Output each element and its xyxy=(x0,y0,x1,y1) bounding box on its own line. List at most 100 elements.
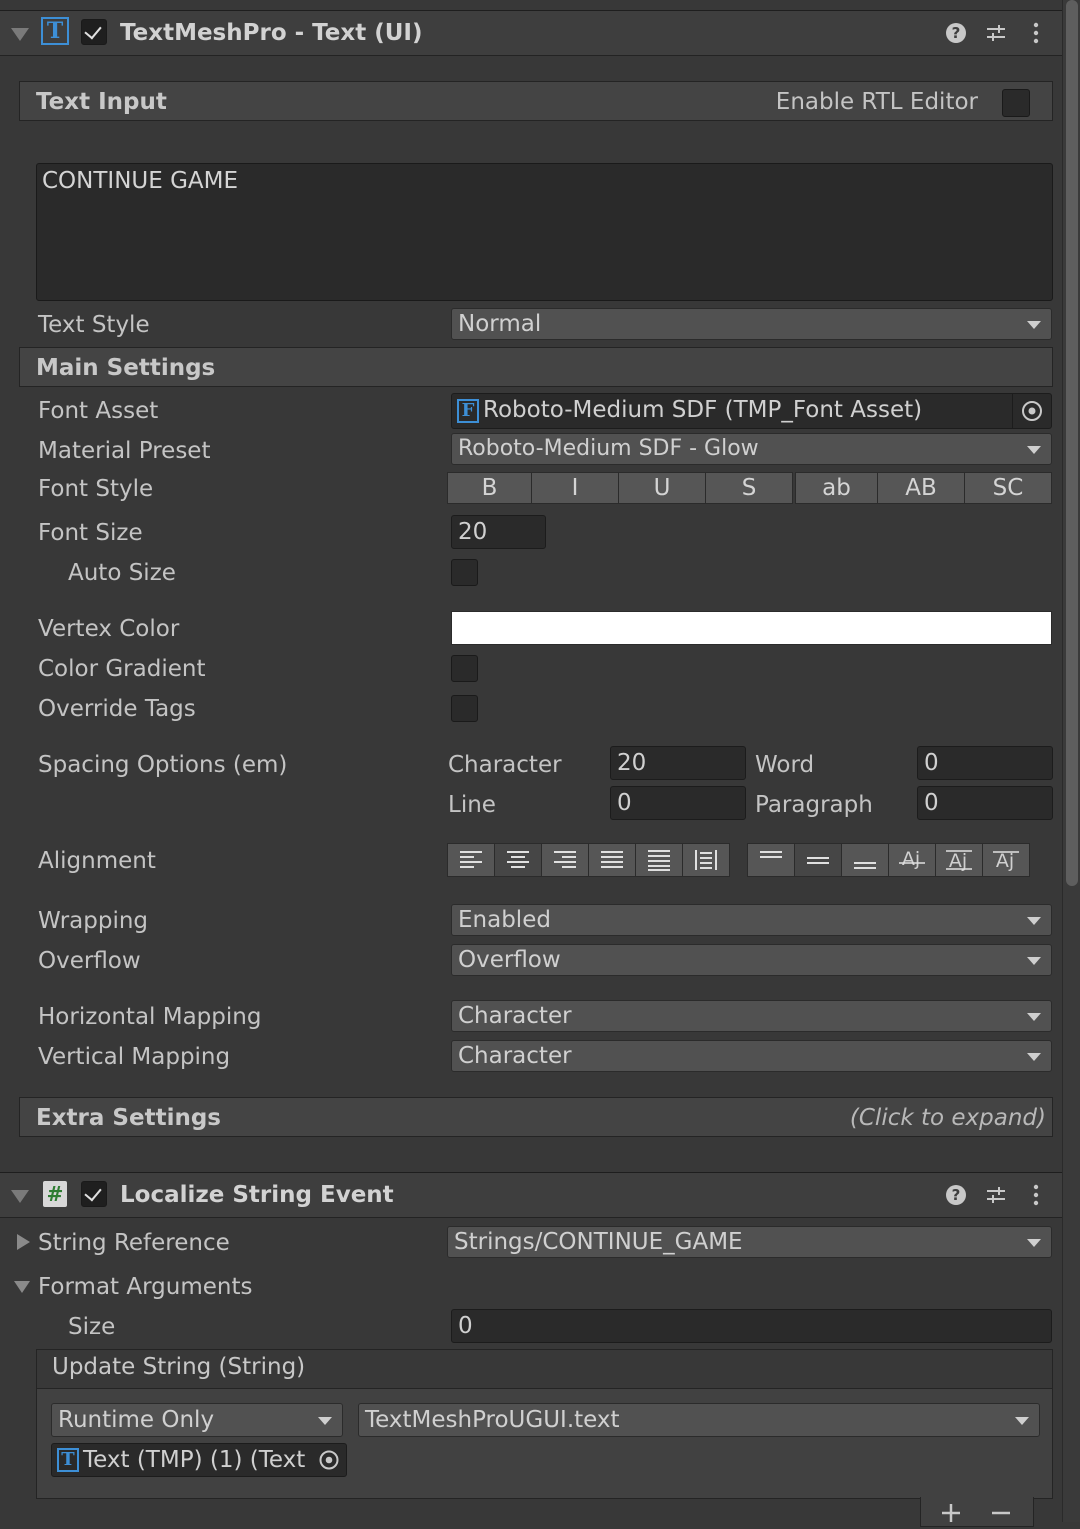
word-spacing-value: 0 xyxy=(924,750,939,776)
align-bottom-icon[interactable] xyxy=(841,843,889,877)
align-geometry-center-icon[interactable] xyxy=(682,843,730,877)
extra-settings-hint: (Click to expand) xyxy=(849,1105,1046,1131)
font-size-field[interactable]: 20 xyxy=(451,515,546,549)
format-arguments-size-label: Size xyxy=(68,1314,116,1340)
chevron-down-icon xyxy=(1015,1417,1029,1425)
preset-sliders-icon[interactable] xyxy=(984,1183,1008,1207)
color-gradient-checkbox[interactable] xyxy=(451,655,478,682)
preset-sliders-icon[interactable] xyxy=(984,21,1008,45)
character-spacing-value: 20 xyxy=(617,750,647,776)
horizontal-alignment-group xyxy=(447,843,730,877)
align-capline-icon[interactable]: Aj xyxy=(982,843,1030,877)
vertical-mapping-value: Character xyxy=(458,1043,572,1069)
string-reference-dropdown[interactable]: Strings/CONTINUE_GAME xyxy=(447,1226,1052,1258)
svg-text:?: ? xyxy=(952,24,961,42)
rtl-editor-checkbox[interactable] xyxy=(1002,89,1030,117)
help-icon[interactable]: ? xyxy=(944,21,968,45)
font-asset-field[interactable]: F Roboto-Medium SDF (TMP_Font Asset) xyxy=(451,393,1052,429)
overflow-dropdown[interactable]: Overflow xyxy=(451,944,1052,976)
context-menu-icon[interactable] xyxy=(1024,1183,1048,1207)
smallcaps-button[interactable]: SC xyxy=(964,472,1052,504)
auto-size-checkbox[interactable] xyxy=(451,559,478,586)
font-size-label: Font Size xyxy=(38,520,143,546)
tmp-component-header[interactable]: T TextMeshPro - Text (UI) ? xyxy=(0,10,1062,56)
text-input-section: Text Input Enable RTL Editor xyxy=(19,81,1053,121)
remove-icon[interactable] xyxy=(989,1501,1013,1525)
object-picker-icon[interactable] xyxy=(1012,394,1051,428)
chevron-down-icon xyxy=(1027,1239,1041,1247)
chevron-down-icon xyxy=(1027,1013,1041,1021)
align-justified-icon[interactable] xyxy=(588,843,636,877)
word-spacing-field[interactable]: 0 xyxy=(917,746,1053,780)
paragraph-spacing-label: Paragraph xyxy=(755,792,873,818)
wrapping-dropdown[interactable]: Enabled xyxy=(451,904,1052,936)
material-preset-dropdown[interactable]: Roboto-Medium SDF - Glow xyxy=(451,433,1052,465)
context-menu-icon[interactable] xyxy=(1024,21,1048,45)
svg-text:Aj: Aj xyxy=(996,850,1014,872)
foldout-expanded-icon[interactable] xyxy=(11,1190,29,1203)
chevron-down-icon xyxy=(318,1417,332,1425)
paragraph-spacing-field[interactable]: 0 xyxy=(917,786,1053,820)
object-picker-icon[interactable] xyxy=(312,1444,346,1476)
horizontal-mapping-dropdown[interactable]: Character xyxy=(451,1000,1052,1032)
uppercase-button[interactable]: AB xyxy=(877,472,965,504)
string-reference-label[interactable]: String Reference xyxy=(38,1229,230,1257)
align-left-icon[interactable] xyxy=(447,843,495,877)
help-icon[interactable]: ? xyxy=(944,1183,968,1207)
alignment-label: Alignment xyxy=(38,848,156,874)
main-settings-section: Main Settings xyxy=(19,347,1053,387)
horizontal-mapping-label: Horizontal Mapping xyxy=(38,1004,262,1030)
text-style-dropdown[interactable]: Normal xyxy=(451,308,1052,340)
character-spacing-field[interactable]: 20 xyxy=(610,746,746,780)
extra-settings-section[interactable]: Extra Settings (Click to expand) xyxy=(19,1097,1053,1137)
foldout-expanded-icon[interactable] xyxy=(14,1281,30,1293)
font-asset-value: Roboto-Medium SDF (TMP_Font Asset) xyxy=(483,397,923,423)
auto-size-label: Auto Size xyxy=(68,560,176,586)
align-center-icon[interactable] xyxy=(494,843,542,877)
foldout-collapsed-icon[interactable] xyxy=(17,1234,30,1250)
runtime-mode-dropdown[interactable]: Runtime Only xyxy=(51,1403,343,1437)
align-flush-icon[interactable] xyxy=(635,843,683,877)
vertical-alignment-group: Aj Aj Aj xyxy=(747,843,1030,877)
add-icon[interactable] xyxy=(939,1501,963,1525)
localize-enabled-checkbox[interactable] xyxy=(81,1181,107,1207)
bold-button[interactable]: B xyxy=(447,472,532,504)
override-tags-checkbox[interactable] xyxy=(451,695,478,722)
rtl-editor-label: Enable RTL Editor xyxy=(775,89,978,115)
align-midline-icon[interactable]: Aj xyxy=(935,843,983,877)
vertical-mapping-dropdown[interactable]: Character xyxy=(451,1040,1052,1072)
lowercase-button[interactable]: ab xyxy=(795,472,878,504)
text-input-area[interactable]: CONTINUE GAME xyxy=(36,163,1053,301)
tmp-component-title: TextMeshPro - Text (UI) xyxy=(120,20,423,46)
localize-component-header[interactable]: # Localize String Event ? xyxy=(0,1172,1062,1218)
runtime-mode-value: Runtime Only xyxy=(58,1407,215,1433)
foldout-expanded-icon[interactable] xyxy=(11,28,29,41)
underline-button[interactable]: U xyxy=(618,472,706,504)
text-style-value: Normal xyxy=(458,311,542,337)
align-baseline-icon[interactable]: Aj xyxy=(888,843,936,877)
chevron-down-icon xyxy=(1027,446,1041,454)
line-spacing-label: Line xyxy=(448,792,496,818)
vertex-color-swatch[interactable] xyxy=(451,611,1052,645)
format-arguments-label[interactable]: Format Arguments xyxy=(38,1273,252,1301)
align-right-icon[interactable] xyxy=(541,843,589,877)
event-target-value: Text (TMP) (1) (Text xyxy=(83,1447,306,1473)
align-top-icon[interactable] xyxy=(747,843,795,877)
horizontal-mapping-value: Character xyxy=(458,1003,572,1029)
tmp-enabled-checkbox[interactable] xyxy=(81,19,107,45)
text-input-value: CONTINUE GAME xyxy=(42,168,239,194)
svg-text:Aj: Aj xyxy=(902,848,920,870)
line-spacing-field[interactable]: 0 xyxy=(610,786,746,820)
strikethrough-button[interactable]: S xyxy=(705,472,793,504)
word-spacing-label: Word xyxy=(755,752,815,778)
tmp-text-icon: T xyxy=(41,17,69,45)
inspector-scrollbar-thumb[interactable] xyxy=(1066,0,1078,886)
tmp-target-icon: T xyxy=(57,1448,79,1472)
function-dropdown[interactable]: TextMeshProUGUI.text xyxy=(358,1403,1040,1437)
script-hash-icon: # xyxy=(43,1181,67,1207)
align-middle-icon[interactable] xyxy=(794,843,842,877)
event-target-field[interactable]: T Text (TMP) (1) (Text xyxy=(51,1443,347,1477)
italic-button[interactable]: I xyxy=(531,472,619,504)
font-size-value: 20 xyxy=(458,519,488,545)
format-arguments-size-field[interactable]: 0 xyxy=(451,1309,1052,1343)
